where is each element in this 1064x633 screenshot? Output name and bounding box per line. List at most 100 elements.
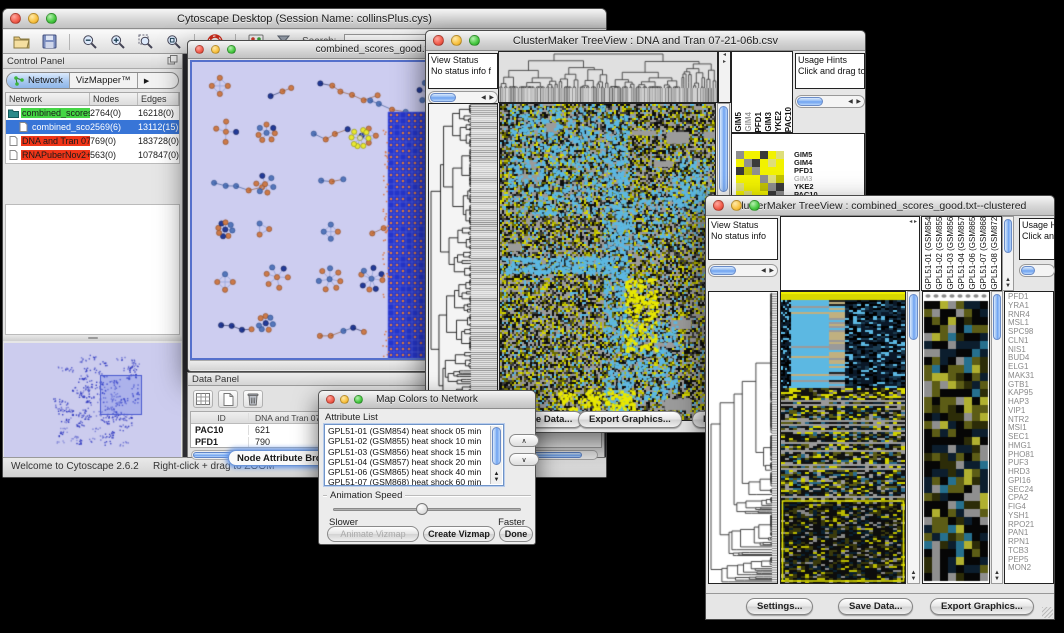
column-label: GIM5 [734, 112, 743, 132]
column-dendrogram[interactable] [498, 51, 718, 103]
usage-hints-line1: Usage Hints [798, 55, 862, 66]
desktop: Cytoscape Desktop (Session Name: collins… [0, 0, 1064, 633]
edges-count: 183728(0) [138, 136, 179, 146]
subview-heatmap[interactable] [736, 151, 784, 199]
subview-vscrollbar[interactable]: ▲▼ [991, 291, 1003, 584]
settings-button[interactable]: Settings... [746, 598, 813, 615]
usage-hints-line2: Click and drag to [798, 66, 862, 77]
control-panel-title: Control Panel [7, 56, 65, 67]
create-vizmap-button[interactable]: Create Vizmap [423, 526, 495, 542]
column-dendrogram[interactable]: ◂ ▸ [780, 216, 920, 291]
zoom-out-icon[interactable] [80, 32, 100, 52]
network-name-cell: combined_scores [6, 108, 90, 118]
view-status-panel: View Status No status info f [428, 53, 498, 89]
attribute-list-item[interactable]: GPL51-06 (GSM865) heat shock 40 min [328, 467, 489, 477]
export-graphics-button[interactable]: Export Graphics... [578, 411, 682, 428]
select-attributes-icon[interactable] [193, 390, 213, 408]
main-title-bar[interactable]: Cytoscape Desktop (Session Name: collins… [3, 9, 606, 29]
subview-column-labels: GIM5 GIM4 PFD1 GIM3 YKE2 PAC10 [731, 51, 793, 133]
close-button[interactable] [433, 35, 444, 46]
zoom-button[interactable] [354, 395, 363, 404]
heatmap-dna[interactable] [499, 103, 716, 421]
view-status-hscrollbar[interactable]: ◀ ▶ [708, 264, 778, 277]
column-labels-vscrollbar[interactable]: ▲▼ [1002, 216, 1014, 291]
heatmap-combined[interactable] [780, 291, 906, 584]
row-dendrogram[interactable] [708, 291, 778, 584]
document-icon [8, 136, 19, 146]
data-panel-toolbar [193, 390, 263, 408]
treeview-combined-title-bar[interactable]: ClusterMaker TreeView : combined_scores_… [706, 196, 1054, 216]
network-table-row[interactable]: DNA and Tran 07 769(0) 183728(0) [6, 134, 179, 148]
attribute-list-item[interactable]: GPL51-03 (GSM856) heat shock 15 min [328, 447, 489, 457]
zoom-fit-icon[interactable] [164, 32, 184, 52]
attribute-list-item[interactable]: GPL51-02 (GSM855) heat shock 10 min [328, 436, 489, 446]
close-button[interactable] [10, 13, 21, 24]
tab-overflow-arrow-icon[interactable]: ▶ [138, 73, 156, 88]
usage-hints-hscrollbar[interactable] [1019, 264, 1055, 277]
minimize-button[interactable] [28, 13, 39, 24]
edges-count: 16218(0) [138, 108, 179, 118]
tab-network[interactable]: Network [7, 73, 70, 88]
minimize-button[interactable] [340, 395, 349, 404]
network-table: combined_scores 2764(0) 16218(0) combine… [5, 106, 180, 164]
done-button[interactable]: Done [499, 526, 533, 542]
attribute-list-item[interactable]: GPL51-07 (GSM868) heat shock 60 min [328, 477, 489, 486]
edges-count: 107847(0) [138, 150, 179, 160]
close-button[interactable] [195, 45, 204, 54]
move-down-button[interactable]: ∨ [509, 453, 539, 466]
animation-slider-thumb[interactable] [416, 503, 428, 515]
usage-hints-line2: Click and [1022, 231, 1052, 242]
column-label: GIM3 [764, 112, 773, 132]
close-button[interactable] [326, 395, 335, 404]
zoom-button[interactable] [227, 45, 236, 54]
delete-attribute-trash-icon[interactable] [243, 390, 263, 408]
treeview-dna-title: ClusterMaker TreeView : DNA and Tran 07-… [513, 35, 778, 47]
column-tree-scroll-strip[interactable]: ◂▸ [718, 51, 731, 103]
treeview-dna-title-bar[interactable]: ClusterMaker TreeView : DNA and Tran 07-… [426, 31, 865, 51]
tab-vizmapper-label: VizMapper™ [76, 75, 131, 86]
move-up-button[interactable]: ∧ [509, 434, 539, 447]
zoom-in-icon[interactable] [108, 32, 128, 52]
minimize-button[interactable] [211, 45, 220, 54]
close-button[interactable] [713, 200, 724, 211]
usage-hints-hscrollbar[interactable]: ◀ ▶ [795, 95, 865, 108]
window-controls [10, 13, 57, 24]
window-controls [326, 395, 363, 404]
usage-hints-panel: Usage Hints Click and [1019, 218, 1055, 260]
zoom-button[interactable] [469, 35, 480, 46]
attribute-list-label: Attribute List [325, 412, 378, 423]
zoom-button[interactable] [749, 200, 760, 211]
open-session-button[interactable] [11, 32, 31, 52]
float-panel-icon[interactable] [167, 55, 178, 68]
dialog-title-bar[interactable]: Map Colors to Network [319, 391, 535, 409]
zoom-selected-icon[interactable] [136, 32, 156, 52]
main-window-title: Cytoscape Desktop (Session Name: collins… [177, 13, 432, 25]
network-table-row[interactable]: RNAPuberNov2+ 563(0) 107847(0) [6, 148, 179, 162]
row-dendrogram[interactable] [428, 103, 498, 421]
save-session-button[interactable] [39, 32, 59, 52]
zoom-button[interactable] [46, 13, 57, 24]
tab-vizmapper[interactable]: VizMapper™ [70, 73, 138, 88]
export-graphics-button[interactable]: Export Graphics... [930, 598, 1034, 615]
network-table-row[interactable]: combined_scores 2764(0) 16218(0) [6, 106, 179, 120]
panel-splitter[interactable] [3, 335, 182, 341]
col-edges: Edges [138, 93, 179, 105]
document-icon [8, 150, 19, 160]
subview-heatmap[interactable] [922, 291, 990, 584]
birdseye-view[interactable] [4, 343, 181, 457]
usage-hints-line1: Usage Hints [1022, 220, 1052, 231]
minimize-button[interactable] [451, 35, 462, 46]
network-list-empty-area [5, 204, 180, 335]
animate-vizmap-button[interactable]: Animate Vizmap [327, 526, 419, 542]
save-data-button[interactable]: Save Data... [838, 598, 913, 615]
attribute-list-item[interactable]: GPL51-01 (GSM854) heat shock 05 min [328, 426, 489, 436]
network-table-row[interactable]: combined_sco 2569(6) 13112(15) [6, 120, 179, 134]
attribute-list-item[interactable]: GPL51-04 (GSM857) heat shock 20 min [328, 457, 489, 467]
heatmap-combined-vscrollbar[interactable]: ▲▼ [907, 291, 920, 584]
resize-grip[interactable] [1042, 607, 1053, 618]
attribute-list-vscrollbar[interactable]: ▲▼ [490, 426, 502, 484]
new-attribute-icon[interactable] [218, 390, 238, 408]
minimize-button[interactable] [731, 200, 742, 211]
subview-row-labels: GIM5GIM4PFD1GIM3YKE2PAC10 [794, 151, 818, 199]
attribute-list[interactable]: ▲▼ GPL51-01 (GSM854) heat shock 05 minGP… [324, 424, 504, 486]
